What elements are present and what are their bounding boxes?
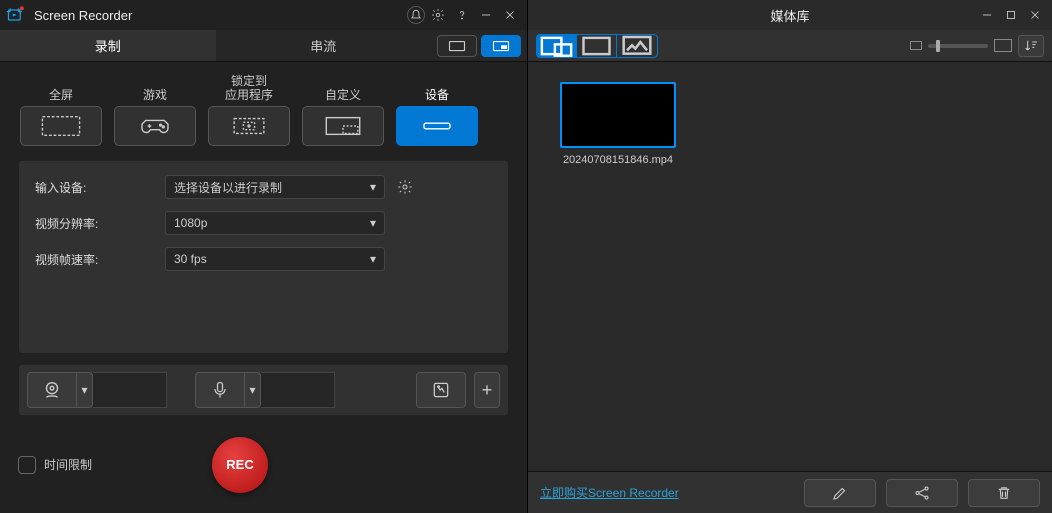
mode-game[interactable]: 游戏: [112, 72, 198, 146]
microphone-field[interactable]: [261, 372, 335, 408]
close-icon[interactable]: [1024, 4, 1046, 26]
resolution-select[interactable]: 1080p ▾: [165, 211, 385, 235]
mode-fullscreen-label: 全屏: [49, 88, 73, 102]
chevron-down-icon: ▾: [370, 216, 376, 230]
right-titlebar: 媒体库: [528, 0, 1052, 30]
notifications-icon[interactable]: [407, 6, 425, 24]
buy-link[interactable]: 立即购买Screen Recorder: [540, 484, 679, 501]
input-device-label: 输入设备:: [35, 179, 155, 196]
fps-label: 视频帧速率:: [35, 251, 155, 268]
size-small-icon: [910, 41, 922, 50]
help-icon[interactable]: [451, 4, 473, 26]
filter-group: [536, 34, 658, 58]
main-tabs: 录制 串流: [0, 30, 527, 62]
layout-single-button[interactable]: [437, 35, 477, 57]
time-limit-label: 时间限制: [44, 456, 92, 473]
tab-stream[interactable]: 串流: [216, 30, 432, 61]
source-toolbar: ▾ ▾ +: [18, 364, 509, 416]
lockapp-icon: [208, 106, 290, 146]
mode-custom[interactable]: 自定义: [300, 72, 386, 146]
media-thumbnail: [560, 82, 676, 148]
left-titlebar: Screen Recorder: [0, 0, 527, 30]
mode-lockapp-label2: 应用程序: [225, 88, 273, 102]
bottom-bar: 时间限制 REC: [0, 416, 527, 513]
mode-fullscreen[interactable]: 全屏: [18, 72, 104, 146]
mode-game-label: 游戏: [143, 88, 167, 102]
layout-pip-button[interactable]: [481, 35, 521, 57]
filter-image-button[interactable]: [617, 35, 657, 57]
app-title: Screen Recorder: [34, 8, 132, 23]
overlay-button[interactable]: [416, 372, 466, 408]
microphone-dropdown[interactable]: ▾: [245, 372, 261, 408]
delete-button[interactable]: [968, 479, 1040, 507]
library-bottom-bar: 立即购买Screen Recorder: [528, 471, 1052, 513]
library-toolbar: [528, 30, 1052, 62]
size-slider[interactable]: [928, 44, 988, 48]
edit-button[interactable]: [804, 479, 876, 507]
gamepad-icon: [114, 106, 196, 146]
webcam-button[interactable]: [27, 372, 77, 408]
fps-select[interactable]: 30 fps ▾: [165, 247, 385, 271]
thumbnail-size-control[interactable]: [910, 39, 1012, 52]
chevron-down-icon: ▾: [370, 252, 376, 266]
time-limit-checkbox[interactable]: [18, 456, 36, 474]
app-logo-icon: [6, 5, 26, 25]
media-filename: 20240708151846.mp4: [563, 154, 673, 166]
mode-custom-label: 自定义: [325, 88, 361, 102]
chevron-down-icon: ▾: [370, 180, 376, 194]
fps-value: 30 fps: [174, 252, 207, 266]
recorder-panel: Screen Recorder 录制 串流 全屏 游戏 锁定到应用程序: [0, 0, 527, 513]
mode-selector: 全屏 游戏 锁定到应用程序 自定义 设备: [0, 62, 527, 154]
mode-lockapp[interactable]: 锁定到应用程序: [206, 72, 292, 146]
rec-label: REC: [226, 457, 253, 472]
library-title: 媒体库: [770, 6, 809, 25]
add-source-button[interactable]: +: [474, 372, 500, 408]
mode-lockapp-label1: 锁定到: [231, 74, 267, 88]
share-button[interactable]: [886, 479, 958, 507]
library-grid: 20240708151846.mp4: [528, 62, 1052, 471]
sort-button[interactable]: [1018, 35, 1044, 57]
custom-icon: [302, 106, 384, 146]
record-button[interactable]: REC: [212, 437, 268, 493]
input-device-settings-icon[interactable]: [395, 177, 415, 197]
media-item[interactable]: 20240708151846.mp4: [558, 82, 678, 166]
minimize-icon[interactable]: [475, 4, 497, 26]
tab-record[interactable]: 录制: [0, 30, 216, 61]
mode-device[interactable]: 设备: [394, 72, 480, 146]
input-device-value: 选择设备以进行录制: [174, 179, 282, 196]
size-large-icon: [994, 39, 1012, 52]
settings-icon[interactable]: [427, 4, 449, 26]
mode-device-label: 设备: [425, 88, 449, 102]
resolution-value: 1080p: [174, 216, 207, 230]
filter-video-button[interactable]: [577, 35, 617, 57]
device-settings: 输入设备: 选择设备以进行录制 ▾ 视频分辨率: 1080p ▾ 视频帧速率: …: [18, 160, 509, 354]
webcam-dropdown[interactable]: ▾: [77, 372, 93, 408]
device-icon: [396, 106, 478, 146]
input-device-select[interactable]: 选择设备以进行录制 ▾: [165, 175, 385, 199]
close-icon[interactable]: [499, 4, 521, 26]
resolution-label: 视频分辨率:: [35, 215, 155, 232]
microphone-button[interactable]: [195, 372, 245, 408]
webcam-field[interactable]: [93, 372, 167, 408]
maximize-icon[interactable]: [1000, 4, 1022, 26]
library-panel: 媒体库 20240708151846.mp4 立即购买Screen Record…: [527, 0, 1052, 513]
minimize-icon[interactable]: [976, 4, 998, 26]
filter-all-button[interactable]: [537, 35, 577, 57]
fullscreen-icon: [20, 106, 102, 146]
